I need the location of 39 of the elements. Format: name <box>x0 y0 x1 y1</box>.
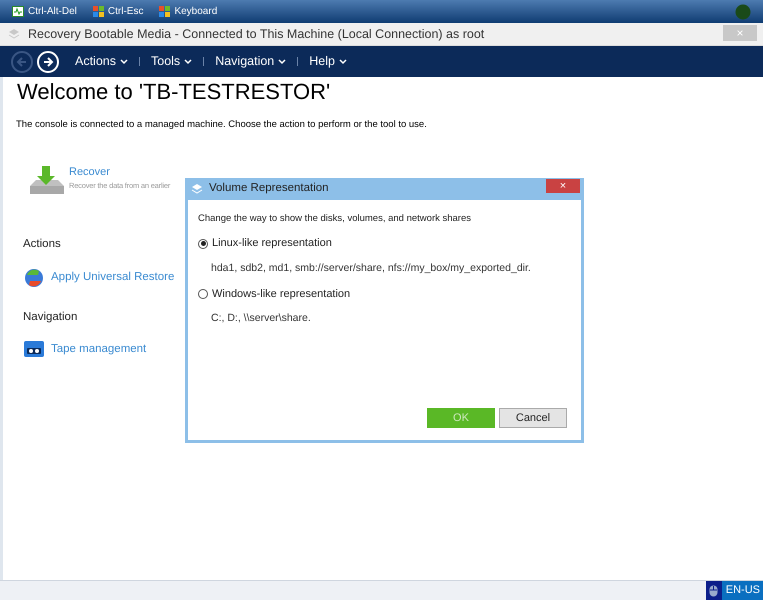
option-example: C:, D:, \\server\share. <box>211 311 312 326</box>
forward-arrow-icon <box>42 56 54 68</box>
dialog-title: Volume Representation <box>209 181 330 196</box>
recover-link[interactable]: Recover <box>69 164 170 180</box>
action-link[interactable]: Apply Universal Restore <box>23 267 174 289</box>
chevron-down-icon <box>184 58 192 64</box>
page-heading: Welcome to 'TB-TESTRESTOR' <box>17 78 332 106</box>
taskbar-button[interactable]: Ctrl-Alt-Del <box>12 4 77 19</box>
chevron-down-icon <box>120 58 128 64</box>
monitor-icon <box>12 6 24 17</box>
nav-menu[interactable]: Actions <box>75 52 128 71</box>
radio-option[interactable]: Linux-like representation <box>198 235 571 252</box>
section-heading: Navigation <box>23 310 78 325</box>
dialog-prompt: Change the way to show the disks, volumes, and network shares <box>198 212 472 226</box>
globe-arrows-icon <box>23 267 45 289</box>
dialog-button[interactable]: Cancel <box>499 408 567 428</box>
status-orb-icon <box>735 4 751 20</box>
chevron-down-icon <box>338 58 347 64</box>
nav-menu[interactable]: Tools <box>151 52 192 71</box>
action-link[interactable]: Tape management <box>23 340 146 358</box>
layers-icon <box>8 28 20 40</box>
forward-button[interactable] <box>37 50 59 72</box>
taskbar-button[interactable]: Keyboard <box>159 4 218 19</box>
window-title: Recovery Bootable Media - Connected to This Machine (Local Connection) as root <box>28 26 486 43</box>
layers-icon <box>191 183 203 195</box>
option-example: hda1, sdb2, md1, smb://server/share, nfs://my_box/my_exported_dir. <box>211 260 532 276</box>
back-arrow-icon <box>16 56 28 68</box>
windows-flag-icon <box>159 6 170 17</box>
radio-option[interactable]: Windows-like representation <box>198 286 571 302</box>
windows-flag-icon <box>92 6 104 17</box>
dialog-close-button[interactable]: × <box>546 179 580 193</box>
intro-text: The console is connected to a managed machine. Choose the action to perform or the tool to use. <box>16 118 428 132</box>
section-heading: Actions <box>23 236 61 252</box>
chevron-down-icon <box>278 58 286 64</box>
nav-menu[interactable]: Help <box>309 52 347 71</box>
taskbar-button[interactable]: Ctrl-Esc <box>92 4 144 19</box>
nav-menu[interactable]: Navigation <box>215 52 286 71</box>
mouse-icon <box>709 584 718 596</box>
tape-icon <box>23 340 45 358</box>
